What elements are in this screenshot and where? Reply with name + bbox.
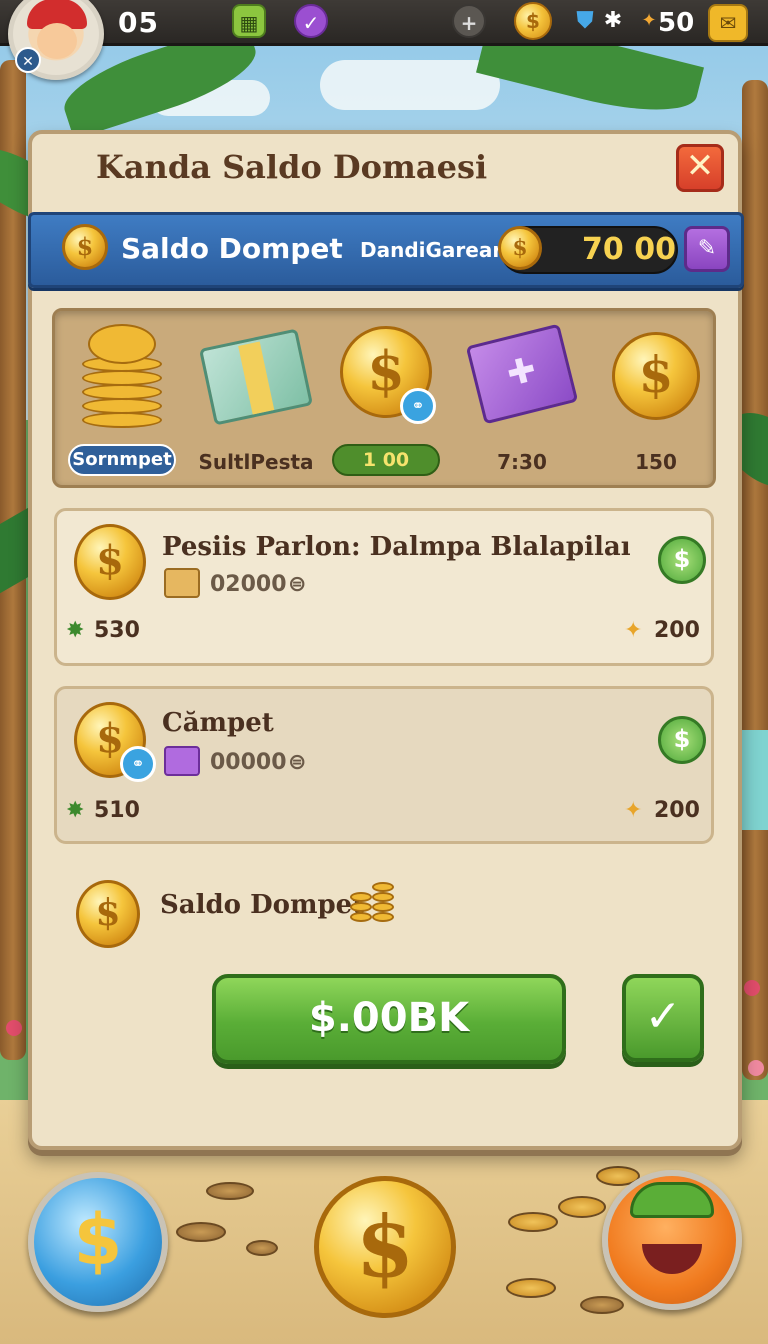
shelf-item-label: 1 00 xyxy=(332,444,440,476)
offer-title: Pesiis Parlon: Dalmpa Blalapilaı xyxy=(162,532,631,562)
character-button[interactable] xyxy=(602,1170,742,1310)
ground-coin xyxy=(206,1182,254,1200)
star-icon: ✦ xyxy=(624,618,643,643)
panel-title: Kanda Saldo Domaesi xyxy=(96,148,488,186)
coin-outline-icon: ⊜ xyxy=(288,572,307,597)
mascot-icon xyxy=(630,1182,714,1218)
shelf-item-label: SultlPesta xyxy=(198,450,314,474)
ground-coin xyxy=(506,1278,556,1298)
flower xyxy=(748,1060,764,1076)
face-icon xyxy=(37,23,77,59)
link-icon: ⚭ xyxy=(120,746,156,782)
ground-coin xyxy=(508,1212,558,1232)
edit-balance-button[interactable]: ✎ xyxy=(684,226,730,272)
link-icon: ⚭ xyxy=(400,388,436,424)
buy-offer-button[interactable]: $ xyxy=(658,536,706,584)
purple-box-icon xyxy=(164,746,200,776)
gold-coin-icon: $ xyxy=(62,224,108,270)
confirm-button[interactable]: ✓ xyxy=(622,974,704,1062)
offer-amount: 02000 xyxy=(210,572,287,597)
flower xyxy=(744,980,760,996)
shelf-item-label: 7:30 xyxy=(497,450,547,474)
ground-coin xyxy=(246,1240,278,1256)
mascot-smile xyxy=(642,1244,702,1274)
shelf-item-cash[interactable]: SultlPesta xyxy=(192,316,320,480)
add-currency-button[interactable]: + xyxy=(452,4,486,38)
balance-username: DandiGareart xyxy=(360,238,512,262)
shelf-item-label: 150 xyxy=(635,450,677,474)
palm-trunk xyxy=(742,80,768,1080)
balance-label: Saldo Dompet xyxy=(121,232,343,265)
settings-badge-icon[interactable]: ✕ xyxy=(15,47,41,73)
offer-title: Saldo Dompet xyxy=(160,890,365,920)
gold-coin-icon: $ xyxy=(514,2,552,40)
offer-right-stat: 200 xyxy=(654,798,700,823)
main-coin-button[interactable]: $ xyxy=(314,1176,456,1318)
star-icon: ✦ xyxy=(624,798,643,823)
gear-icon[interactable]: ✱ xyxy=(596,4,630,38)
shelf-item-coin[interactable]: $ 150 xyxy=(592,316,720,480)
cloud xyxy=(320,60,500,110)
inbox-button[interactable]: ✉ xyxy=(708,4,748,42)
shop-button[interactable]: $ xyxy=(28,1172,168,1312)
balance-value: 70 00 xyxy=(582,232,676,267)
crate-icon xyxy=(164,568,200,598)
gold-coin-icon: $ xyxy=(612,332,700,420)
gold-coin-icon: $ xyxy=(498,226,542,270)
gold-coin-icon: $ xyxy=(76,880,140,948)
ground-coin xyxy=(176,1222,226,1242)
shelf-item-gold-coin[interactable]: $ ⚭ 1 00 xyxy=(322,316,450,480)
close-button[interactable]: ✕ xyxy=(676,144,724,192)
coin-outline-icon: ⊜ xyxy=(288,750,307,775)
offer-left-stat: 510 xyxy=(94,798,140,823)
ground-coin xyxy=(580,1296,624,1314)
hud-stat-value: 50 xyxy=(658,8,695,38)
ground-coin xyxy=(558,1196,606,1218)
purchase-button[interactable]: $.00BK xyxy=(212,974,566,1064)
player-level: 05 xyxy=(118,6,159,39)
buy-offer-button[interactable]: $ xyxy=(658,716,706,764)
leaf-icon: ✸ xyxy=(66,798,85,823)
verified-check-icon[interactable]: ✓ xyxy=(294,4,328,38)
gold-coin-icon: $ xyxy=(74,524,146,600)
flower xyxy=(6,1020,22,1036)
leaf-icon: ✸ xyxy=(66,618,85,643)
purple-gift-icon: ✚ xyxy=(465,323,579,425)
offer-left-stat: 530 xyxy=(94,618,140,643)
shelf-item-label: Sornmpet xyxy=(68,444,176,476)
offer-amount: 00000 xyxy=(210,750,287,775)
offer-right-stat: 200 xyxy=(654,618,700,643)
shelf-item-gift[interactable]: ✚ 7:30 xyxy=(458,316,586,480)
offer-title: Cămpet xyxy=(162,708,274,738)
shelf-item-wallet[interactable]: Sornmpet xyxy=(58,316,186,480)
cash-bundle-icon xyxy=(198,328,314,426)
grid-icon[interactable]: ▦ xyxy=(232,4,266,38)
